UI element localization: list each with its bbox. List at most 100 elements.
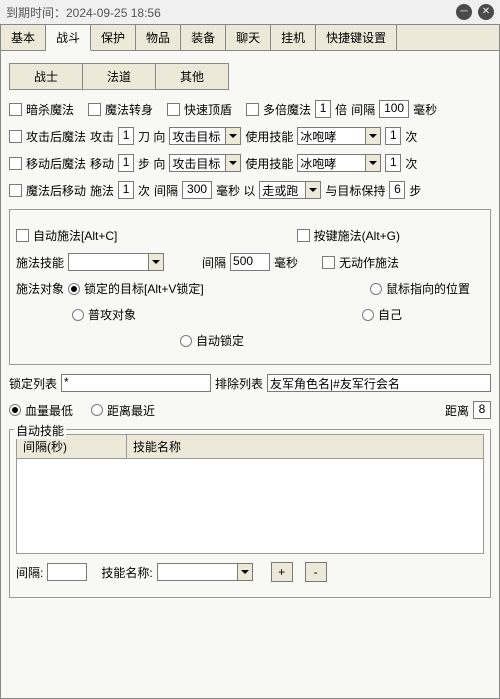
lbl-magic-turn: 魔法转身 (105, 101, 153, 118)
inp-interval[interactable]: 100 (379, 100, 409, 118)
r-hp-low[interactable] (9, 404, 21, 416)
sel-move-target[interactable]: 攻击目标 (169, 154, 241, 172)
lbl-autocast: 自动施法[Alt+C] (33, 227, 117, 244)
cb-multi-magic[interactable] (246, 103, 259, 116)
sel-cast-skill[interactable] (68, 253, 164, 271)
tab-hotkey[interactable]: 快捷键设置 (316, 25, 397, 51)
cb-magic-turn[interactable] (88, 103, 101, 116)
inp-cast-n[interactable]: 1 (118, 181, 134, 199)
tab-equip[interactable]: 装备 (181, 25, 226, 51)
inp-keep-step[interactable]: 6 (389, 181, 405, 199)
tab-basic[interactable]: 基本 (1, 25, 46, 51)
lbl-dist-near: 距离最近 (107, 402, 155, 419)
sel-attack-skill[interactable]: 冰咆哮 (297, 127, 381, 145)
lbl-ms2: 毫秒 (274, 254, 298, 271)
lbl-attack: 攻击 (90, 128, 114, 145)
lbl-add-skill: 技能名称: (101, 564, 152, 581)
inp-cast-intv[interactable]: 300 (182, 181, 212, 199)
tab-chat[interactable]: 聊天 (226, 25, 271, 51)
inp-excludelist[interactable]: 友军角色名|#友军行会名 (267, 374, 491, 392)
lbl-cast: 施法 (90, 182, 114, 199)
lbl-mouse: 鼠标指向的位置 (386, 280, 470, 297)
cb-keycast[interactable] (297, 229, 310, 242)
cb-noaction[interactable] (322, 256, 335, 269)
r-autolock[interactable] (180, 335, 192, 347)
sub-tabs: 战士 法道 其他 (9, 63, 491, 90)
lbl-assassinate: 暗杀魔法 (26, 101, 74, 118)
lbl-after-cast: 魔法后移动 (26, 182, 86, 199)
sel-attack-target[interactable]: 攻击目标 (169, 127, 241, 145)
inp-attack-n[interactable]: 1 (118, 127, 134, 145)
autoskill-table[interactable]: 间隔(秒) 技能名称 (16, 434, 484, 554)
lbl-locked: 锁定的目标[Alt+V锁定] (84, 280, 204, 297)
lbl-bu: 步 向 (138, 155, 165, 172)
main-tabs: 基本 战斗 保护 物品 装备 聊天 挂机 快捷键设置 (0, 24, 500, 51)
minimize-button[interactable]: ─ (456, 4, 472, 20)
inp-distance[interactable]: 8 (473, 401, 491, 419)
btn-add[interactable]: + (271, 562, 293, 582)
lbl-distance: 距离 (445, 402, 469, 419)
lbl-ci3: 次 (138, 182, 150, 199)
close-button[interactable]: ✕ (478, 4, 494, 20)
r-basic[interactable] (72, 309, 84, 321)
lbl-after-attack: 攻击后魔法 (26, 128, 86, 145)
fs-autocast: 自动施法[Alt+C] 按键施法(Alt+G) 施法技能 间隔 500 毫秒 无… (9, 209, 491, 365)
sel-walkrun[interactable]: 走或跑 (259, 181, 321, 199)
inp-mult[interactable]: 1 (315, 100, 331, 118)
subtab-warrior[interactable]: 战士 (9, 63, 83, 90)
cb-assassinate[interactable] (9, 103, 22, 116)
lbl-multi-magic: 多倍魔法 (263, 101, 311, 118)
cb-after-cast[interactable] (9, 184, 22, 197)
tab-afk[interactable]: 挂机 (271, 25, 316, 51)
lbl-ms: 毫秒 (413, 101, 437, 118)
lbl-excludelist: 排除列表 (215, 375, 263, 392)
cb-fast-shield[interactable] (167, 103, 180, 116)
lbl-fast-shield: 快速顶盾 (184, 101, 232, 118)
lbl-self: 自己 (378, 306, 402, 323)
lbl-interval3: 间隔 (202, 254, 226, 271)
lbl-autolock: 自动锁定 (196, 332, 244, 349)
r-self[interactable] (362, 309, 374, 321)
sel-move-skill[interactable]: 冰咆哮 (297, 154, 381, 172)
lbl-use-skill: 使用技能 (245, 128, 293, 145)
tab-items[interactable]: 物品 (136, 25, 181, 51)
lbl-hp-low: 血量最低 (25, 402, 73, 419)
lbl-msyi: 毫秒 以 (216, 182, 255, 199)
col-skill: 技能名称 (127, 435, 483, 458)
lbl-use-skill2: 使用技能 (245, 155, 293, 172)
window-title: 到期时间：2024-09-25 18:56 (6, 4, 450, 21)
fs-autoskill: 自动技能 间隔(秒) 技能名称 间隔: 技能名称: + - (9, 429, 491, 598)
lbl-interval: 间隔 (351, 101, 375, 118)
r-locked[interactable] (68, 283, 80, 295)
lbl-noaction: 无动作施法 (339, 254, 399, 271)
lbl-basic: 普攻对象 (88, 306, 136, 323)
cb-after-move[interactable] (9, 157, 22, 170)
lbl-keep: 与目标保持 (325, 182, 385, 199)
inp-move-n[interactable]: 1 (118, 154, 134, 172)
lbl-interval2: 间隔 (154, 182, 178, 199)
r-mouse[interactable] (370, 283, 382, 295)
cb-after-attack[interactable] (9, 130, 22, 143)
lbl-keycast: 按键施法(Alt+G) (314, 227, 400, 244)
inp-cast-interval[interactable]: 500 (230, 253, 270, 271)
inp-locklist[interactable]: * (61, 374, 211, 392)
r-dist-near[interactable] (91, 404, 103, 416)
lbl-cast-skill: 施法技能 (16, 254, 64, 271)
inp-move-times[interactable]: 1 (385, 154, 401, 172)
lbl-ci2: 次 (405, 155, 417, 172)
cb-autocast[interactable] (16, 229, 29, 242)
lbl-move: 移动 (90, 155, 114, 172)
subtab-other[interactable]: 其他 (155, 63, 229, 90)
btn-remove[interactable]: - (305, 562, 327, 582)
tab-protect[interactable]: 保护 (91, 25, 136, 51)
lbl-after-move: 移动后魔法 (26, 155, 86, 172)
inp-attack-times[interactable]: 1 (385, 127, 401, 145)
lbl-locklist: 锁定列表 (9, 375, 57, 392)
lbl-bu2: 步 (409, 182, 421, 199)
subtab-mage[interactable]: 法道 (82, 63, 156, 90)
inp-add-interval[interactable] (47, 563, 87, 581)
tab-combat[interactable]: 战斗 (46, 25, 91, 51)
lbl-ci1: 次 (405, 128, 417, 145)
sel-add-skill[interactable] (157, 563, 253, 581)
legend-autoskill: 自动技能 (14, 422, 66, 439)
